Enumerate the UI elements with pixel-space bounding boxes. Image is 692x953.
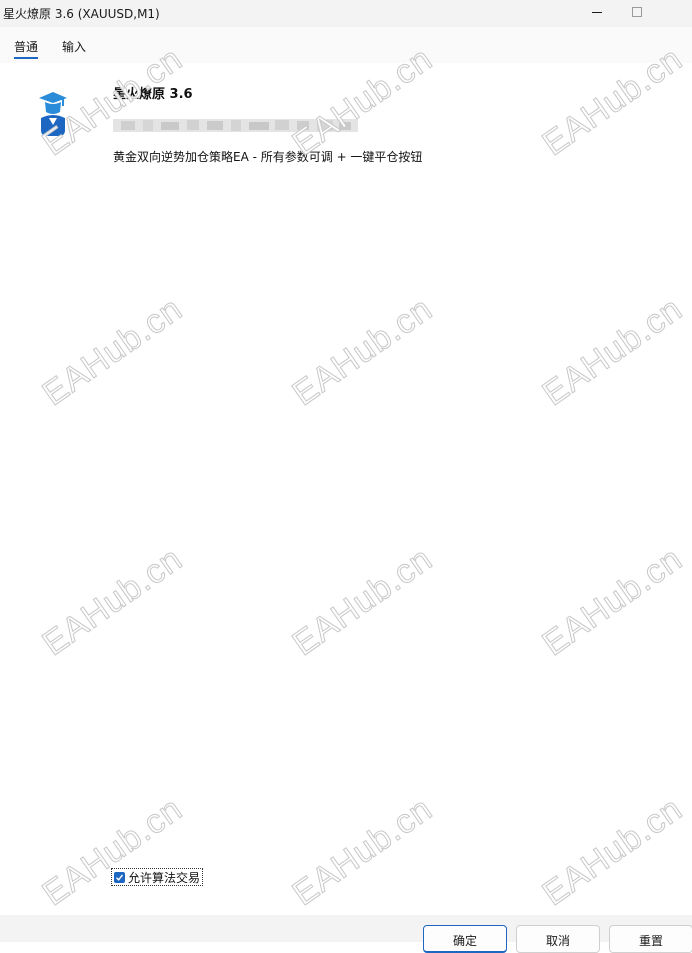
reset-button[interactable]: 重置 bbox=[609, 925, 692, 953]
ok-button[interactable]: 确定 bbox=[423, 925, 507, 953]
general-tab-panel bbox=[0, 63, 692, 915]
minimize-icon bbox=[592, 11, 602, 13]
window-title: 星火燎原 3.6 (XAUUSD,M1) bbox=[3, 7, 160, 21]
checkbox-checked-icon[interactable] bbox=[114, 871, 125, 883]
tab-bar: 普通 输入 bbox=[0, 27, 692, 63]
allow-algo-trading-label: 允许算法交易 bbox=[128, 870, 201, 885]
cancel-button[interactable]: 取消 bbox=[516, 925, 600, 953]
maximize-button[interactable] bbox=[615, 0, 659, 24]
allow-algo-trading-checkbox[interactable]: 允许算法交易 bbox=[110, 868, 204, 886]
active-tab-indicator bbox=[14, 57, 38, 59]
expert-description: 黄金双向逆势加仓策略EA - 所有参数可调 + 一键平仓按钮 bbox=[113, 150, 423, 164]
blurred-author-line bbox=[113, 119, 358, 132]
checkmark-icon bbox=[116, 874, 124, 881]
expert-name: 星火燎原 3.6 bbox=[113, 87, 193, 102]
graduate-icon bbox=[39, 92, 67, 136]
minimize-button[interactable] bbox=[575, 0, 619, 24]
maximize-icon bbox=[632, 7, 642, 17]
tab-general[interactable]: 普通 bbox=[14, 38, 38, 55]
title-bar: 星火燎原 3.6 (XAUUSD,M1) bbox=[0, 0, 692, 27]
tab-inputs[interactable]: 输入 bbox=[62, 38, 86, 55]
dialog-footer: 确定 取消 重置 bbox=[0, 915, 692, 953]
